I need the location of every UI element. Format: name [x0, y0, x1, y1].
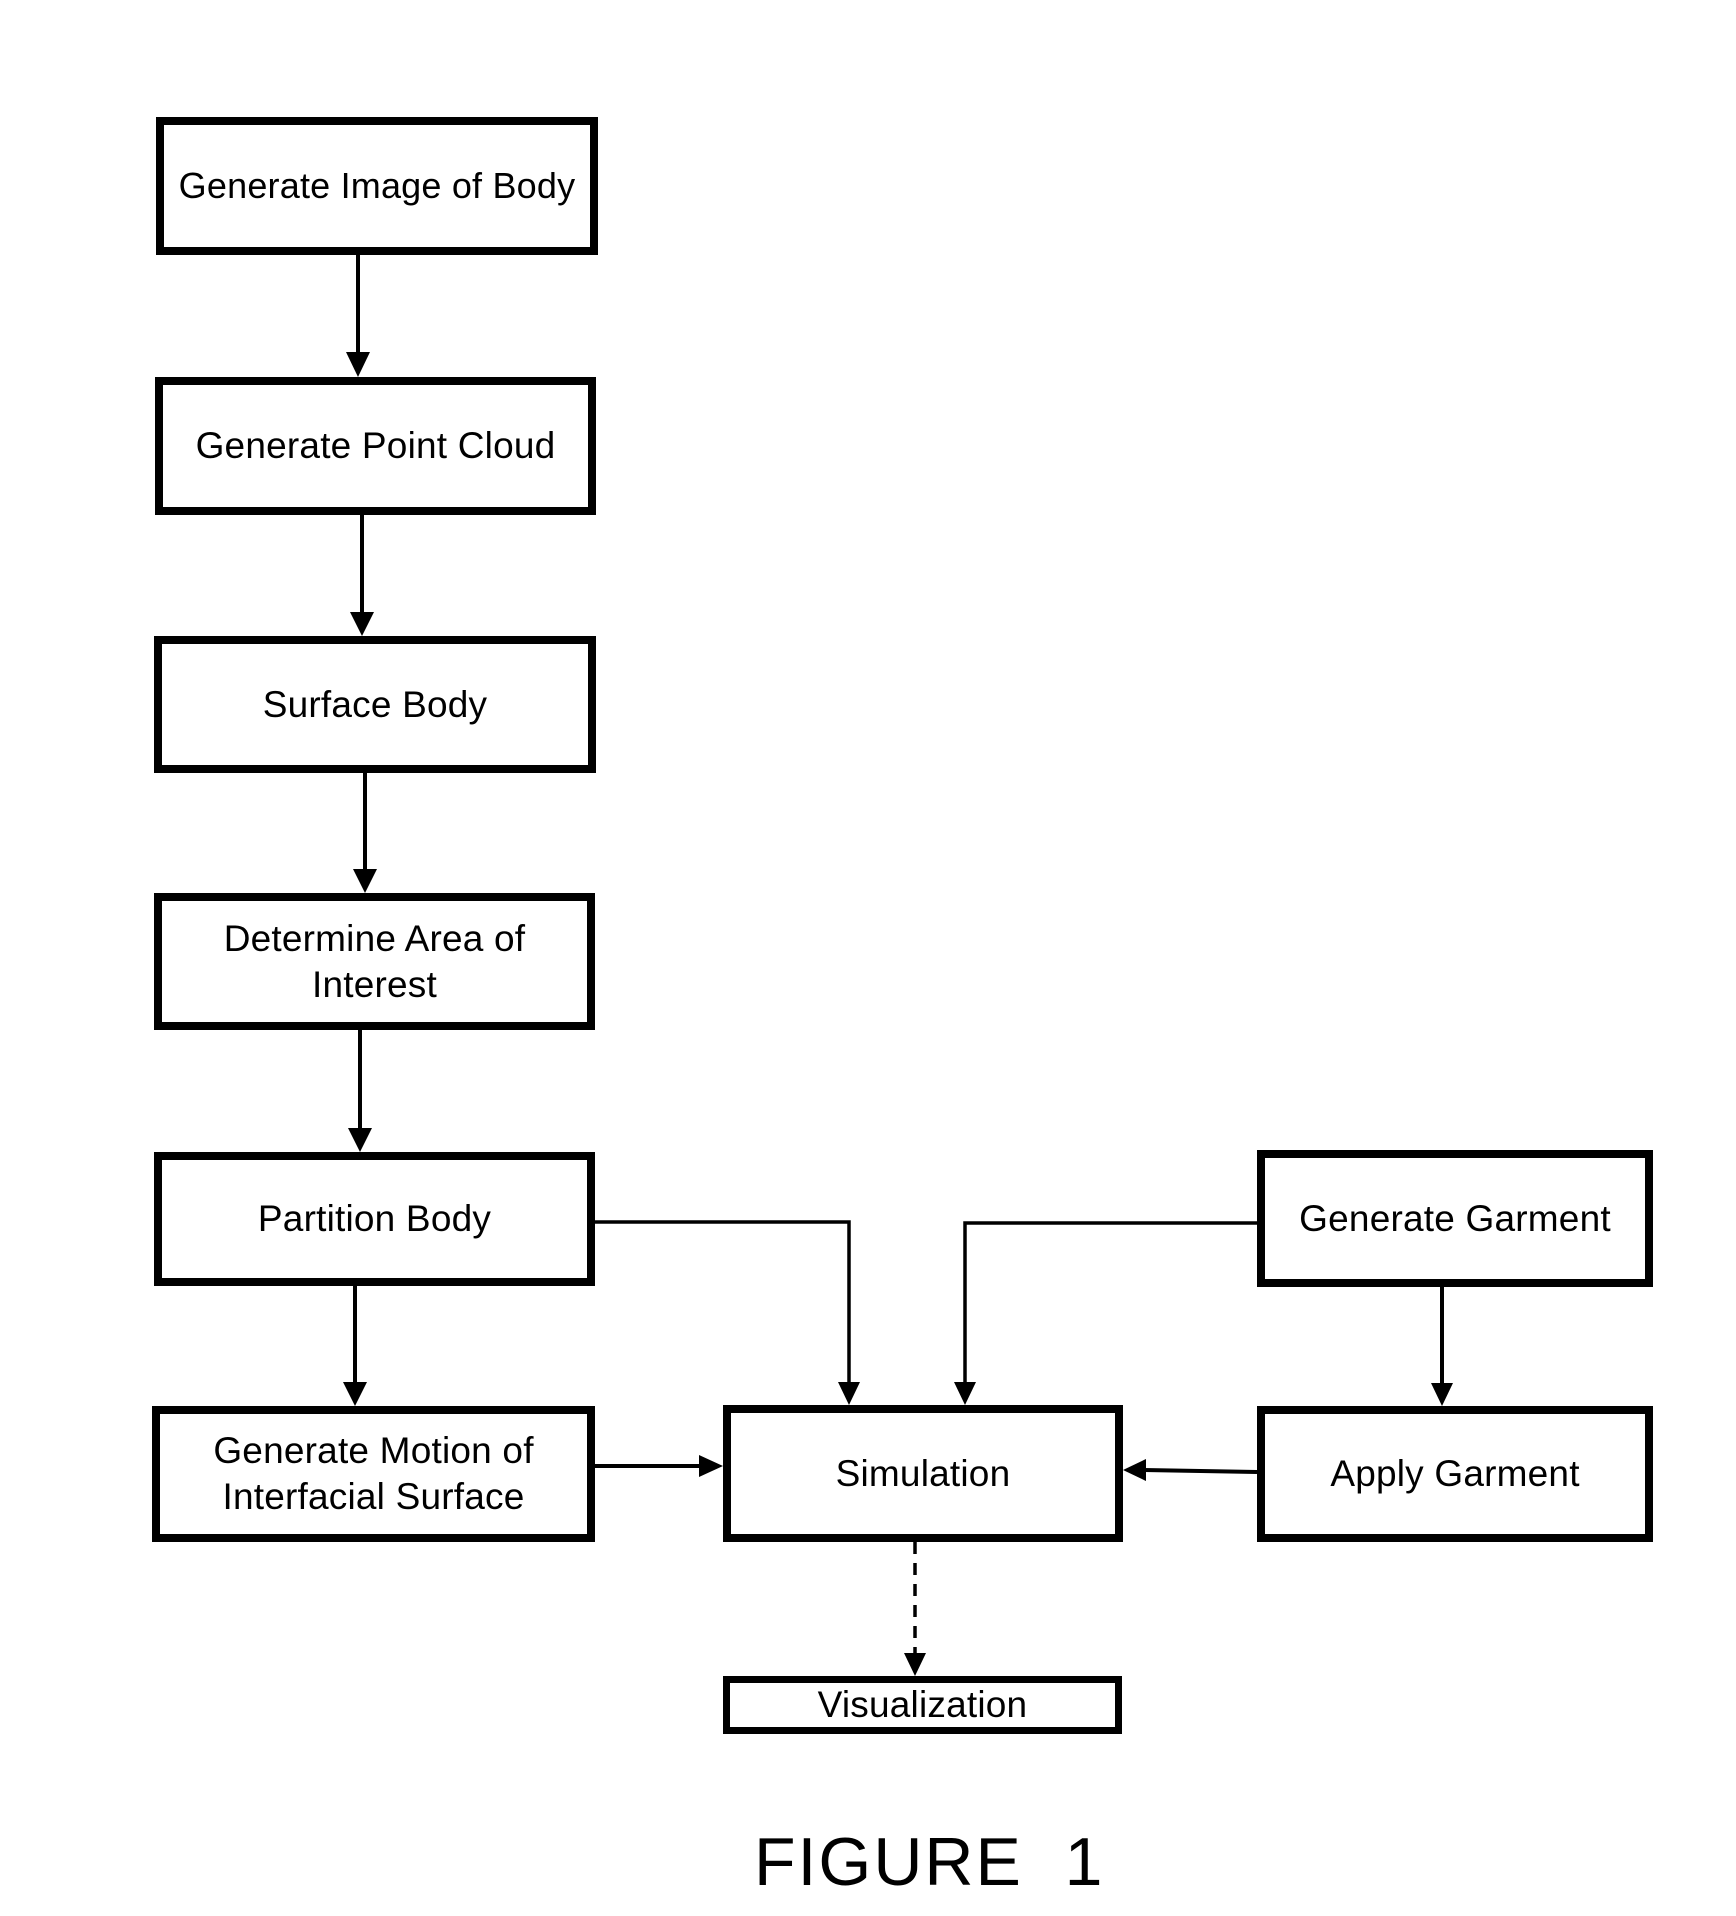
- arrowhead-icon: [348, 1128, 372, 1152]
- node-label: Visualization: [817, 1684, 1028, 1725]
- node-simulation: Simulation: [723, 1405, 1123, 1542]
- node-label-line: Interest: [311, 963, 437, 1005]
- edge-apply-garment-to-simulation: [1143, 1468, 1258, 1474]
- node-visualization: Visualization: [723, 1676, 1122, 1734]
- arrowhead-icon: [353, 869, 377, 893]
- node-label: Simulation: [835, 1452, 1011, 1494]
- arrowhead-icon: [1431, 1383, 1453, 1406]
- node-label: Generate Point Cloud: [195, 425, 556, 466]
- node-surface-body: Surface Body: [154, 636, 596, 773]
- arrowhead-icon: [699, 1455, 723, 1477]
- arrowhead-icon: [1123, 1459, 1146, 1481]
- arrowhead-icon: [343, 1382, 367, 1406]
- edge-generate-garment-to-simulation: [963, 1221, 1257, 1384]
- node-partition-body: Partition Body: [154, 1152, 595, 1286]
- edge-partition-body-to-simulation: [595, 1220, 851, 1384]
- node-generate-point-cloud: Generate Point Cloud: [155, 377, 596, 515]
- arrowhead-icon: [904, 1653, 926, 1676]
- arrowhead-icon: [346, 352, 370, 377]
- node-determine-area-of-interest: Determine Area of Interest: [154, 893, 595, 1030]
- node-label: Partition Body: [257, 1198, 492, 1239]
- node-apply-garment: Apply Garment: [1257, 1406, 1653, 1542]
- node-generate-garment: Generate Garment: [1257, 1150, 1653, 1287]
- arrowhead-icon: [838, 1382, 860, 1405]
- node-label: Apply Garment: [1330, 1453, 1580, 1494]
- figure-caption: FIGURE 1: [754, 1824, 1105, 1900]
- node-label-line: Determine Area of: [223, 917, 526, 959]
- node-label: Generate Garment: [1299, 1197, 1611, 1239]
- node-label-line: Generate Motion of: [213, 1430, 534, 1471]
- node-generate-motion-of-interfacial-surface: Generate Motion of Interfacial Surface: [152, 1406, 595, 1542]
- node-label: Generate Image of Body: [178, 165, 576, 206]
- arrowhead-icon: [954, 1382, 976, 1405]
- node-label-line: Interfacial Surface: [222, 1476, 525, 1517]
- node-label: Surface Body: [262, 683, 488, 725]
- node-generate-image-of-body: Generate Image of Body: [156, 117, 598, 255]
- arrowhead-icon: [350, 612, 374, 636]
